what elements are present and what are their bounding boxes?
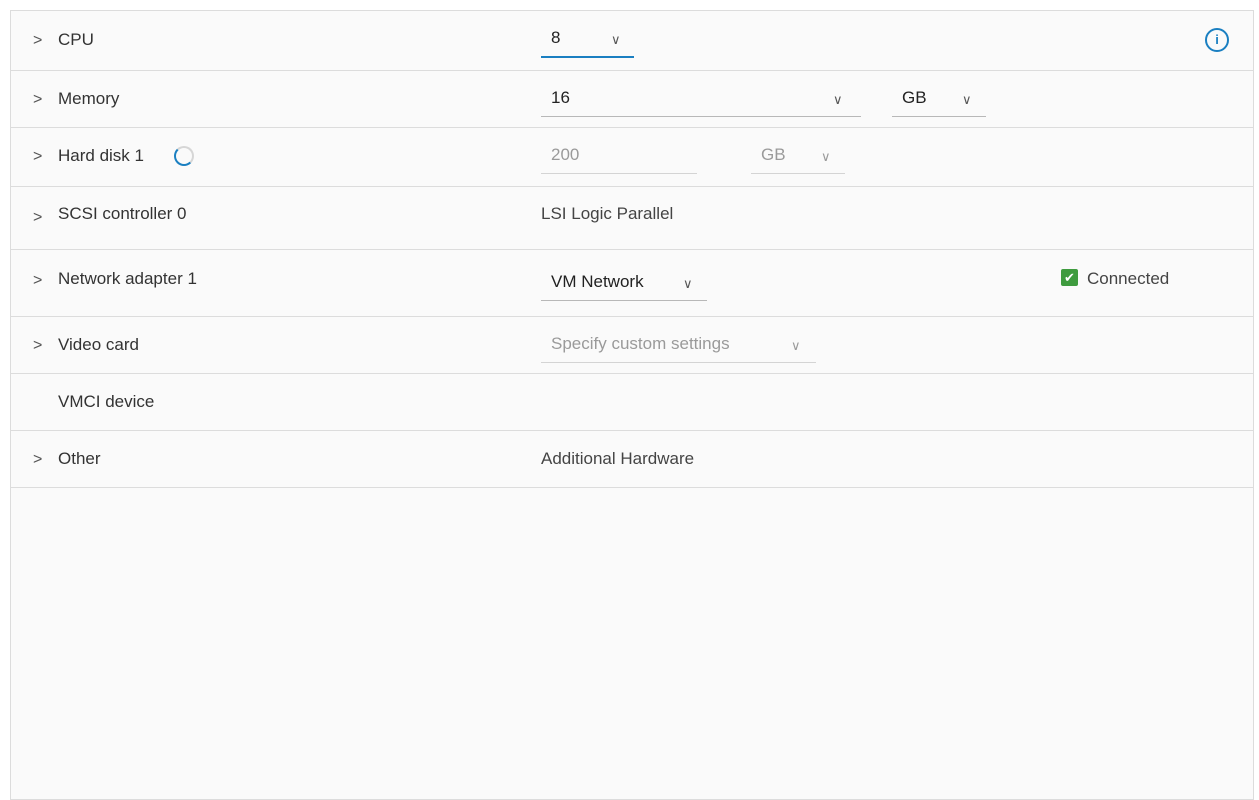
hard-disk-size-input[interactable]: 200 [541,139,697,174]
row-network-adapter: > Network adapter 1 VM Network ∨ ✔ Conne… [11,249,1253,317]
video-card-label: Video card [58,335,139,354]
row-cpu: > CPU 8 ∨ i [11,11,1253,71]
expand-chevron-icon[interactable]: > [33,452,42,468]
cpu-label: CPU [58,30,94,49]
row-vmci-device: VMCI device [11,373,1253,431]
virtual-hardware-panel: > CPU 8 ∨ i > Memory 16 ∨ GB ∨ > Hard di… [10,10,1254,800]
memory-label: Memory [58,89,120,108]
row-other: > Other Additional Hardware [11,430,1253,488]
hard-disk-label: Hard disk 1 [58,146,144,165]
chevron-down-icon: ∨ [683,276,693,291]
expand-chevron-icon[interactable]: > [33,92,42,108]
network-select[interactable]: VM Network ∨ [541,264,707,301]
video-card-value: Specify custom settings [551,334,730,353]
memory-unit: GB [902,88,927,107]
network-value: VM Network [551,272,644,291]
expand-chevron-icon[interactable]: > [33,338,42,354]
connected-checkbox[interactable]: ✔ [1061,269,1078,286]
row-memory: > Memory 16 ∨ GB ∨ [11,70,1253,128]
memory-unit-select[interactable]: GB ∨ [892,82,986,117]
scsi-controller-type: LSI Logic Parallel [541,204,674,223]
additional-hardware-text: Additional Hardware [541,449,695,468]
chevron-down-icon: ∨ [833,92,843,107]
chevron-down-icon: ∨ [821,149,831,164]
cpu-select[interactable]: 8 ∨ [541,23,634,58]
vmci-device-label: VMCI device [58,392,155,411]
expand-chevron-icon[interactable]: > [33,149,42,165]
expand-chevron-icon[interactable]: > [33,33,42,49]
hard-disk-unit: GB [761,145,786,164]
info-circle-icon[interactable]: i [1205,28,1229,52]
memory-value: 16 [551,88,570,107]
hard-disk-unit-select[interactable]: GB ∨ [751,139,845,174]
row-scsi-controller: > SCSI controller 0 LSI Logic Parallel [11,186,1253,250]
expand-chevron-icon[interactable]: > [33,210,42,226]
memory-size-select[interactable]: 16 ∨ [541,82,861,117]
row-video-card: > Video card Specify custom settings ∨ [11,316,1253,374]
scsi-controller-label: SCSI controller 0 [58,204,187,223]
network-adapter-label: Network adapter 1 [58,269,197,288]
other-label: Other [58,449,101,468]
chevron-down-icon: ∨ [962,92,972,107]
chevron-down-icon: ∨ [791,338,801,353]
video-card-select[interactable]: Specify custom settings ∨ [541,328,816,363]
row-hard-disk: > Hard disk 1 200 GB ∨ [11,127,1253,187]
expand-chevron-icon[interactable]: > [33,273,42,289]
cpu-value: 8 [551,28,561,47]
chevron-down-icon: ∨ [611,32,621,47]
loading-spinner-icon [174,146,194,166]
hard-disk-value: 200 [551,145,580,164]
connected-label: Connected [1087,269,1170,288]
